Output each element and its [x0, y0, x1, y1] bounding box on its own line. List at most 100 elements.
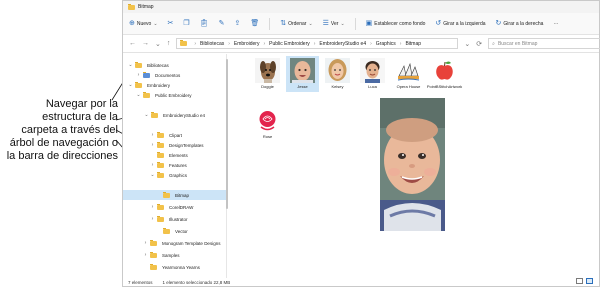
forward-icon[interactable]: → — [142, 40, 149, 47]
file-name: PointBStitchArtwork — [426, 84, 463, 89]
file-name: Doggie — [261, 84, 274, 89]
more-button[interactable]: ··· — [553, 21, 558, 27]
tree-item[interactable]: ⌄ Bibliotecas — [128, 60, 227, 70]
breadcrumb-chevron-icon[interactable]: › — [370, 41, 372, 47]
set-background-button[interactable]: ▣ Establecer como fondo — [366, 20, 426, 27]
new-button[interactable]: ⊕ Nuevo ⌄ — [129, 20, 158, 27]
address-row: ← → ⌄ ↑ › Bibliotecas › Embroidery › Public E… — [123, 35, 600, 53]
folder-icon — [157, 141, 164, 148]
breadcrumb-item[interactable]: Bitmap — [405, 41, 421, 47]
command-bar: ⊕ Nuevo ⌄ ✂ ❐ 📋︎ ✎ ⇪ 🗑︎ ⇅ Ordenar ⌄ ☰ Ve… — [123, 13, 599, 35]
tree-item[interactable]: ⌄ Embroidery — [128, 80, 227, 90]
wallpaper-icon: ▣ — [365, 20, 373, 27]
breadcrumb-chevron-icon[interactable]: › — [263, 41, 265, 47]
breadcrumb-item[interactable]: Graphics — [376, 41, 396, 47]
chevron-down-icon[interactable]: ⌄ — [136, 92, 141, 98]
breadcrumb-chevron-icon[interactable]: › — [194, 41, 196, 47]
file-thumbnail[interactable]: Rose — [251, 106, 284, 142]
file-thumbnail[interactable]: Luca — [356, 56, 389, 92]
search-icon: ⌕ — [492, 40, 495, 47]
scissors-icon[interactable]: ✂ — [168, 20, 174, 27]
back-icon[interactable]: ← — [129, 40, 136, 47]
rename-icon[interactable]: ✎ — [219, 20, 225, 27]
breadcrumb-item[interactable]: Public Embroidery — [269, 41, 310, 47]
refresh-icon[interactable]: ⟳ — [476, 40, 482, 48]
trash-icon[interactable]: 🗑︎ — [250, 20, 259, 27]
tree-item[interactable]: ⌄ EmbroideryStudio e4 — [144, 110, 227, 120]
clipboard-icon[interactable]: 📋︎ — [200, 20, 209, 27]
tree-item[interactable]: › Documentos — [136, 70, 227, 80]
file-thumbnail[interactable]: Kelsey — [321, 56, 354, 92]
chevron-right-icon[interactable]: › — [150, 204, 155, 210]
breadcrumb-chevron-icon[interactable]: › — [400, 41, 402, 47]
tree-item-label: Public Embroidery — [155, 92, 192, 98]
chevron-right-icon[interactable]: › — [136, 72, 141, 78]
thumbnail-image — [255, 108, 280, 133]
tree-item[interactable]: › Samples — [143, 250, 227, 260]
tree-item[interactable]: Elements — [150, 150, 227, 160]
tree-item-label: Vector — [175, 228, 188, 234]
chevron-right-icon[interactable]: › — [150, 162, 155, 168]
thumbnail-image — [255, 58, 280, 83]
rotate-left-button[interactable]: ↺ Girar a la izquierda — [435, 20, 485, 27]
chevron-right-icon[interactable]: › — [150, 216, 155, 222]
tree-item[interactable]: › Clipart — [150, 130, 227, 140]
share-icon[interactable]: ⇪ — [234, 20, 240, 27]
tree-item-label: EmbroideryStudio e4 — [163, 112, 206, 118]
search-box[interactable]: ⌕ Buscar en Bitmap — [488, 38, 600, 49]
rotate-right-button[interactable]: ↻ Girar a la derecha — [496, 20, 544, 27]
breadcrumb-item[interactable]: Embroidery — [234, 41, 260, 47]
chevron-right-icon[interactable]: › — [150, 132, 155, 138]
rotate-left-label: Girar a la izquierda — [443, 20, 486, 27]
recent-chevron-icon[interactable]: ⌄ — [155, 40, 161, 48]
chevron-down-icon[interactable]: ⌄ — [144, 112, 149, 118]
chevron-down-icon[interactable]: ⌄ — [150, 172, 155, 178]
chevron-right-icon[interactable]: › — [143, 252, 148, 258]
chevron-down-icon[interactable]: ⌄ — [128, 82, 133, 88]
window-title: Bitmap — [138, 4, 154, 10]
rotate-right-icon: ↻ — [495, 20, 502, 27]
sort-button[interactable]: ⇅ Ordenar ⌄ — [280, 20, 312, 27]
tree-item-label: Embroidery — [147, 82, 171, 88]
chevron-right-icon[interactable]: › — [143, 240, 148, 246]
tree-item[interactable]: Vector — [156, 226, 227, 236]
tree-item[interactable]: ⌄ Graphics — [150, 170, 227, 180]
thumbnail-image — [325, 58, 350, 83]
copy-icon[interactable]: ❐ — [183, 20, 189, 27]
chevron-down-icon: ⌄ — [153, 20, 158, 27]
file-thumbnail[interactable]: Doggie — [251, 56, 284, 92]
tree-item[interactable]: Bitmap — [123, 190, 227, 200]
details-view-icon[interactable] — [576, 278, 583, 284]
tree-item[interactable]: › Monogram Template Designs — [143, 238, 227, 248]
set-background-label: Establecer como fondo — [374, 20, 426, 27]
breadcrumb-item[interactable]: Bibliotecas — [200, 41, 224, 47]
folder-icon — [157, 215, 164, 222]
breadcrumb-item[interactable]: EmbroideryStudio e4 — [319, 41, 366, 47]
file-thumbnail[interactable]: Opera House — [392, 56, 425, 92]
tree-item[interactable]: Yearmonna Yearns — [143, 262, 227, 272]
tree-item-label: Clipart — [169, 132, 183, 138]
breadcrumb-chevron-icon[interactable]: › — [314, 41, 316, 47]
tree-item-label: DesignTemplates — [169, 142, 204, 148]
folder-icon — [163, 227, 170, 234]
file-thumbnail[interactable]: PointBStitchArtwork — [426, 56, 463, 92]
tree-item[interactable]: ⌄ Public Embroidery — [136, 90, 227, 100]
view-button[interactable]: ☰ Ver ⌄ — [323, 20, 345, 27]
file-thumbnail[interactable]: Jesse — [286, 56, 319, 92]
address-bar[interactable]: › Bibliotecas › Embroidery › Public Embroider… — [176, 38, 459, 49]
large-icons-view-icon[interactable] — [586, 278, 593, 284]
address-dropdown-icon[interactable]: ⌄ — [464, 40, 470, 48]
chevron-right-icon[interactable]: › — [150, 142, 155, 148]
chevron-down-icon[interactable]: ⌄ — [128, 62, 133, 68]
tree-item-label: Elements — [169, 152, 188, 158]
breadcrumb-chevron-icon[interactable]: › — [228, 41, 230, 47]
folder-icon — [150, 263, 157, 270]
tree-item[interactable]: › CorelDRAW — [150, 202, 227, 212]
tree-item-label: Bitmap — [175, 192, 190, 198]
tree-item[interactable]: › Illustrator — [150, 214, 227, 224]
tree-item[interactable]: › Features — [150, 160, 227, 170]
chevron-down-icon: ⌄ — [340, 20, 345, 27]
tree-item[interactable]: › DesignTemplates — [150, 140, 227, 150]
tree-scrollbar[interactable] — [226, 59, 228, 209]
up-icon[interactable]: ↑ — [167, 40, 171, 47]
